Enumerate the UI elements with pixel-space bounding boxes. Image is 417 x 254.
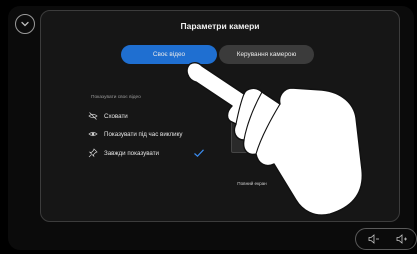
eye-icon [88, 129, 98, 139]
option-always-show-label: Завжди показувати [104, 149, 160, 157]
chevron-down-icon [21, 21, 29, 27]
tab-camera-control[interactable]: Керування камерою [219, 45, 314, 64]
self-view-section-label: Показувати своє відео [91, 95, 141, 100]
option-show-in-call-label: Показувати під час виклику [104, 130, 183, 138]
checkmark-icon [194, 149, 204, 158]
back-button[interactable] [15, 14, 35, 34]
camera-settings-panel: Параметри камери Своє відео Керування ка… [40, 10, 400, 222]
option-show-in-call[interactable]: Показувати під час виклику [88, 128, 183, 140]
self-view-preview[interactable] [231, 109, 335, 153]
volume-up-icon[interactable] [396, 234, 408, 244]
page-title: Параметри камери [180, 21, 260, 31]
pin-icon [88, 148, 98, 158]
tab-self-view[interactable]: Своє відео [121, 45, 217, 64]
fullscreen-label: Повний екран [237, 181, 267, 186]
option-hide-label: Сховати [104, 112, 128, 120]
volume-control [355, 228, 417, 250]
eye-off-icon [88, 111, 98, 121]
option-hide[interactable]: Сховати [88, 110, 128, 122]
option-always-show[interactable]: Завжди показувати [88, 147, 159, 159]
volume-down-icon[interactable] [368, 234, 380, 244]
